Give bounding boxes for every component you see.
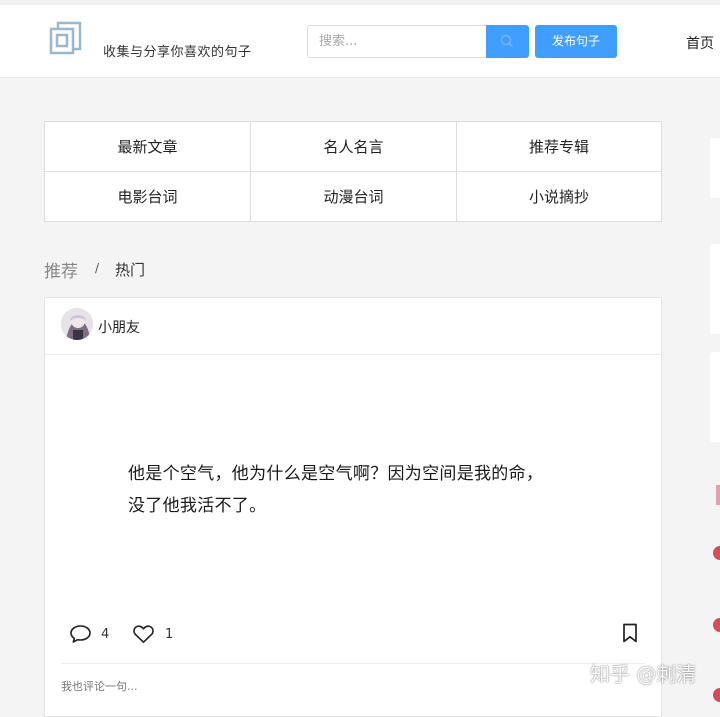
sidebar-avatar[interactable] <box>713 546 720 560</box>
sidebar-avatar[interactable] <box>713 688 720 702</box>
category-famous-quotes[interactable]: 名人名言 <box>251 122 456 172</box>
grid-divider <box>456 122 457 221</box>
post-text-line: 他是个空气，他为什么是空气啊？因为空间是我的命， <box>128 464 544 484</box>
comment-input[interactable] <box>61 675 561 697</box>
search-icon <box>500 34 514 48</box>
post-header: 小朋友 <box>45 298 661 355</box>
bookmark-icon[interactable] <box>622 623 638 647</box>
grid-divider <box>45 171 661 172</box>
category-movie-lines[interactable]: 电影台词 <box>45 172 250 222</box>
post-card: 小朋友 他是个空气，他为什么是空气啊？因为空间是我的命， 没了他我活不了。 4 … <box>44 297 662 717</box>
nav-home-link[interactable]: 首页 <box>686 33 714 53</box>
site-header: 收集与分享你喜欢的句子 发布句子 首页 <box>0 0 720 78</box>
sidebar-card <box>710 352 720 442</box>
logo-icon[interactable] <box>48 20 84 56</box>
category-latest-articles[interactable]: 最新文章 <box>45 122 250 172</box>
comment-count: 4 <box>101 627 110 642</box>
sidebar-card <box>710 244 720 334</box>
top-edge <box>0 0 720 5</box>
tab-separator: / <box>95 261 100 275</box>
category-grid: 最新文章 名人名言 推荐专辑 电影台词 动漫台词 小说摘抄 <box>44 121 662 222</box>
category-novel-excerpts[interactable]: 小说摘抄 <box>457 172 661 222</box>
post-text-line: 没了他我活不了。 <box>128 496 267 516</box>
category-recommended-albums[interactable]: 推荐专辑 <box>457 122 661 172</box>
search-input[interactable] <box>307 25 487 58</box>
category-anime-lines[interactable]: 动漫台词 <box>251 172 456 222</box>
search-button[interactable] <box>486 25 529 58</box>
post-divider <box>61 663 645 664</box>
comment-icon[interactable] <box>69 624 92 648</box>
sidebar-avatar[interactable] <box>713 618 720 632</box>
sidebar-card <box>710 138 720 198</box>
avatar[interactable] <box>61 308 93 340</box>
sidebar-accent-bar <box>716 485 720 505</box>
post-actions: 4 1 <box>45 620 661 650</box>
tab-hot[interactable]: 热门 <box>115 259 145 280</box>
grid-divider <box>250 122 251 221</box>
watermark-text: 知乎 @刺清 <box>590 662 697 686</box>
publish-sentence-button[interactable]: 发布句子 <box>535 25 617 58</box>
like-heart-icon[interactable] <box>132 624 155 648</box>
post-text: 他是个空气，他为什么是空气啊？因为空间是我的命， 没了他我活不了。 <box>128 458 598 522</box>
tab-recommended[interactable]: 推荐 <box>44 257 78 282</box>
site-tagline: 收集与分享你喜欢的句子 <box>103 45 252 60</box>
like-count: 1 <box>165 627 174 642</box>
post-author-name[interactable]: 小朋友 <box>98 317 140 337</box>
